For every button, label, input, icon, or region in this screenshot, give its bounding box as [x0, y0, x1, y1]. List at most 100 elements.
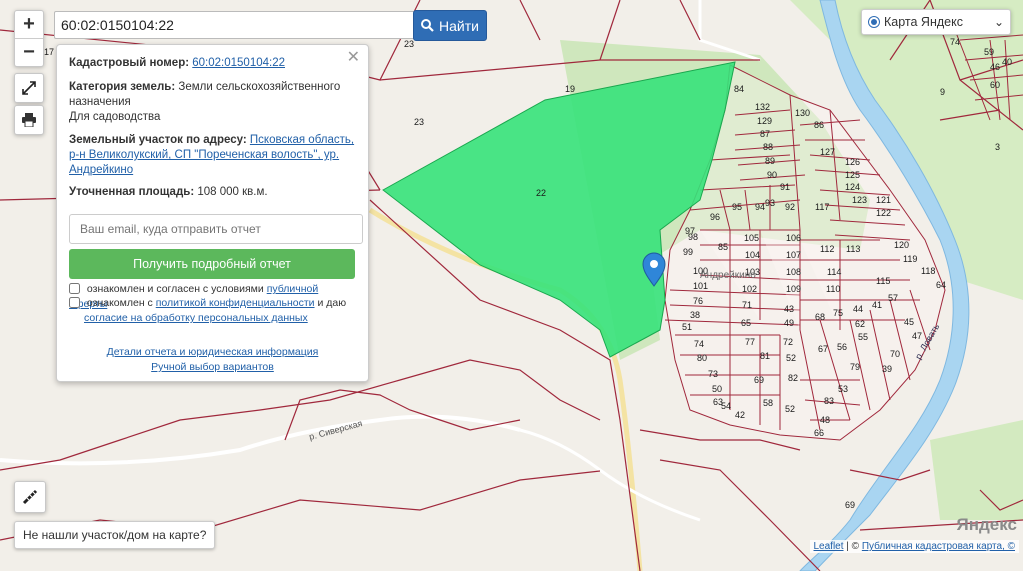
parcel-number-label: 49	[784, 318, 794, 328]
parcel-number-label: 83	[824, 396, 834, 406]
cadastral-map-link[interactable]: Публичная кадастровая карта, ©	[862, 541, 1015, 552]
report-details-link[interactable]: Детали отчета и юридическая информация	[107, 346, 319, 358]
parcel-number-label: 64	[936, 280, 946, 290]
parcel-number-label: 51	[0, 0, 10, 2]
email-field[interactable]	[69, 214, 363, 244]
parcel-number-label: 79	[850, 362, 860, 372]
search-icon	[421, 19, 434, 32]
parcel-number-label: 62	[855, 319, 865, 329]
parcel-number-label: 41	[872, 300, 882, 310]
parcel-number-label: 102	[742, 284, 757, 294]
offer-checkbox[interactable]	[69, 283, 80, 294]
forest-area	[930, 420, 1023, 520]
road	[698, 0, 761, 62]
parcel-number-label: 114	[827, 267, 841, 277]
parcel-number-label: 39	[882, 364, 892, 374]
parcel-number-label: 132	[755, 102, 770, 112]
parcel-number-label: 3	[995, 142, 1000, 152]
privacy-policy-link[interactable]: политикой конфиденциальности	[156, 297, 315, 309]
road	[519, 428, 701, 522]
parcel-number-label: 118	[921, 266, 935, 276]
parcel-number-label: 72	[783, 337, 793, 347]
parcel-number-label: 76	[693, 296, 703, 306]
parcel-number-label: 48	[820, 415, 830, 425]
radio-icon	[868, 16, 880, 28]
parcel-number-label: 88	[763, 142, 773, 152]
parcel-number-label: 60	[990, 80, 1000, 90]
parcel-number-label: 90	[767, 170, 777, 180]
parcel-number-label: 17	[44, 47, 54, 57]
not-found-button[interactable]: Не нашли участок/дом на карте?	[14, 521, 216, 549]
attribution-sep: | ©	[843, 541, 862, 552]
cadastral-label: Кадастровый номер:	[69, 57, 190, 69]
parcel-number-label: 93	[765, 198, 775, 208]
parcel-info-panel: ✕ Кадастровый номер: 60:02:0150104:22 Ка…	[56, 44, 369, 382]
parcel-number-label: 44	[853, 304, 863, 314]
parcel-number-label: 89	[765, 156, 775, 166]
leaflet-link[interactable]: Leaflet	[814, 541, 844, 552]
zoom-out-button[interactable]: −	[15, 38, 43, 66]
address-row: Земельный участок по адресу: Псковская о…	[69, 133, 356, 178]
layer-selected-label: Карта Яндекс	[884, 15, 963, 29]
parcel-number-label: 70	[890, 349, 900, 359]
parcel-number-label: 67	[818, 344, 828, 354]
parcel-number-label: 129	[757, 116, 772, 126]
search-button-label: Найти	[439, 17, 479, 34]
parcel-number-label: 112	[820, 244, 834, 254]
ruler-icon	[22, 489, 38, 505]
parcel-number-label: 101	[693, 281, 708, 291]
area-value: 108 000 кв.м.	[197, 186, 268, 198]
parcel-number-label: 69	[845, 500, 855, 510]
privacy-checkbox[interactable]	[69, 297, 80, 308]
parcel-number-label: 123	[852, 195, 867, 205]
chevron-down-icon: ⌄	[993, 15, 1004, 29]
parcel-number-label: 69	[754, 375, 764, 385]
parcel-number-label: 53	[838, 384, 848, 394]
privacy-mid-text: и даю	[317, 297, 347, 309]
search-button[interactable]: Найти	[413, 10, 487, 41]
parcel-number-label: 126	[845, 157, 860, 167]
search-input[interactable]	[54, 11, 416, 39]
parcel-number-label: 106	[786, 233, 801, 243]
parcel-number-label: 81	[760, 351, 770, 361]
parcel-number-label: 73	[708, 369, 718, 379]
parcel-number-label: 42	[735, 410, 745, 420]
parcel-number-label: 86	[814, 120, 824, 130]
parcel-number-label: 115	[876, 276, 890, 286]
parcel-number-label: 122	[876, 208, 891, 218]
parcel-number-label: 22	[536, 188, 546, 198]
parcel-number-label: 55	[858, 332, 868, 342]
parcel-number-label: 80	[697, 353, 707, 363]
zoom-in-button[interactable]: +	[15, 11, 43, 38]
parcel-number-label: 52	[785, 404, 795, 414]
parcel-number-label: 85	[718, 242, 728, 252]
map-layer-select[interactable]: Карта Яндекс ⌄	[861, 9, 1011, 35]
parcel-number-label: 54	[721, 401, 731, 411]
offer-text: ознакомлен и согласен с условиями	[86, 283, 264, 295]
parcel-number-label: 99	[683, 247, 693, 257]
parcel-number-label: 58	[763, 398, 773, 408]
cadastral-link[interactable]: 60:02:0150104:22	[192, 57, 285, 69]
parcel-number-label: 77	[745, 337, 755, 347]
village-label: Андрейкино	[700, 270, 756, 281]
manual-select-link[interactable]: Ручной выбор вариантов	[151, 361, 274, 373]
parcel-number-label: 75	[833, 308, 843, 318]
parcel-number-label: 23	[414, 117, 424, 127]
parcel-number-label: 19	[565, 84, 575, 94]
parcel-number-label: 98	[688, 232, 698, 242]
print-button[interactable]	[14, 105, 44, 135]
yandex-logo: Яндекс	[956, 515, 1017, 534]
ruler-button[interactable]	[14, 481, 46, 513]
printer-icon	[22, 113, 36, 127]
get-report-button[interactable]: Получить подробный отчет	[69, 249, 355, 279]
parcel-number-label: 110	[826, 284, 840, 294]
parcel-number-label: 108	[786, 267, 801, 277]
parcel-number-label: 57	[888, 293, 898, 303]
parcel-number-label: 113	[846, 244, 860, 254]
street-label: р. Сиверская	[308, 418, 364, 442]
fullscreen-button[interactable]	[14, 73, 44, 103]
personal-data-link[interactable]: согласие на обработку персональных данны…	[69, 312, 308, 324]
parcel-number-label: 52	[786, 353, 796, 363]
parcel-number-label: 43	[784, 304, 794, 314]
parcel-number-label: 91	[780, 182, 790, 192]
